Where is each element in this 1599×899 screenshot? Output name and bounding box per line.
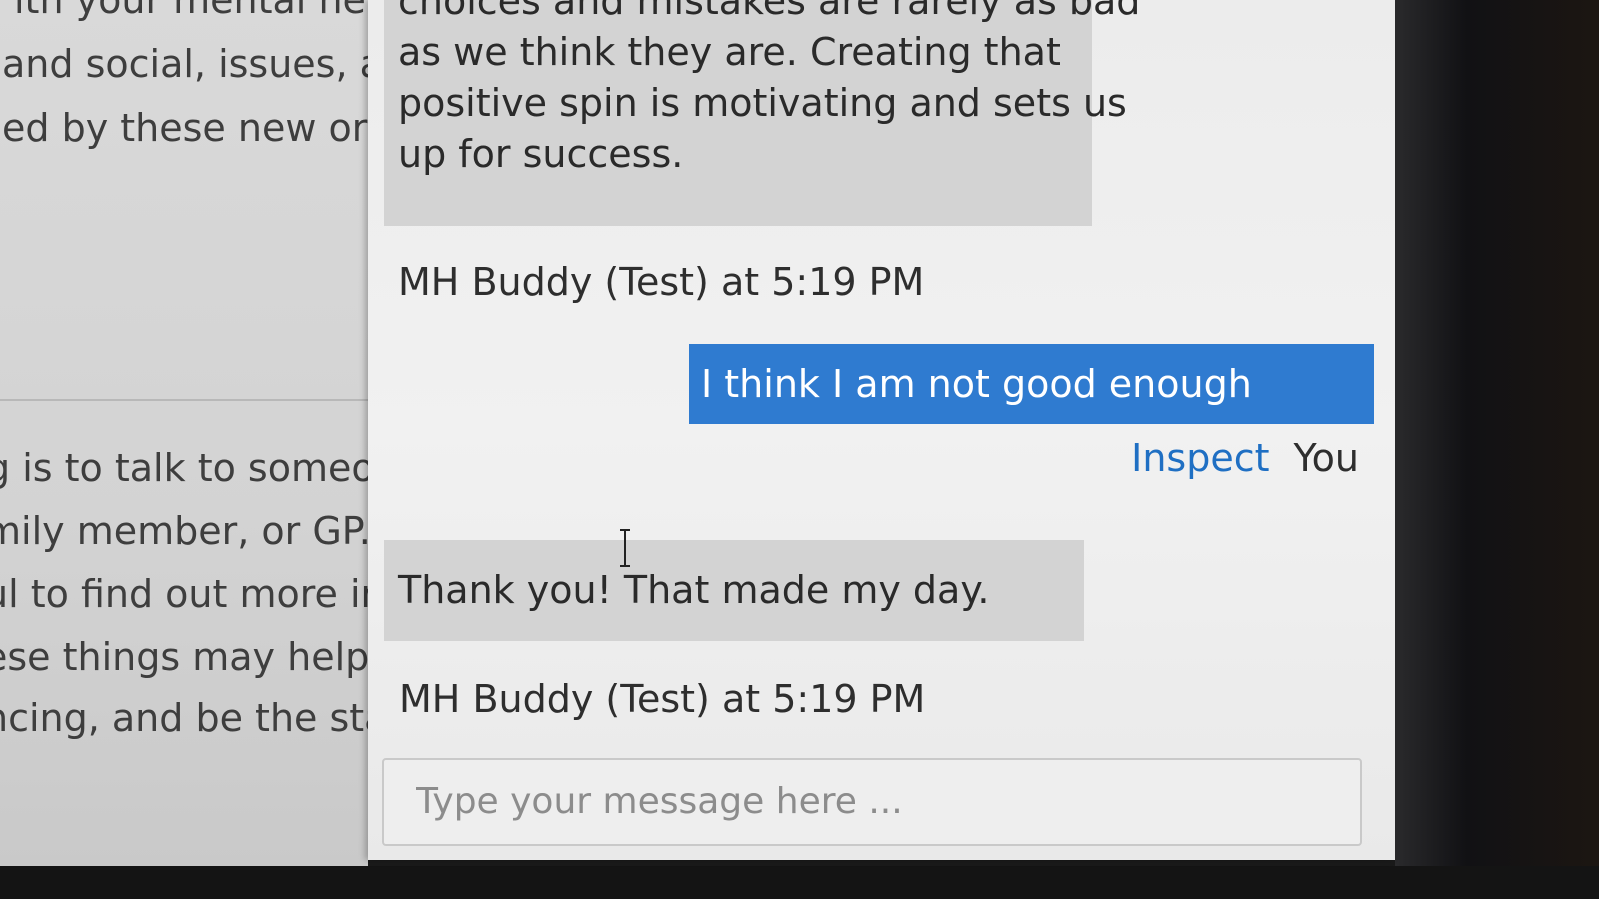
background-text-line: and social, issues, a	[2, 42, 368, 86]
text-cursor-icon	[620, 529, 630, 567]
bot-message-meta: MH Buddy (Test) at 5:19 PM	[399, 677, 926, 721]
message-input[interactable]	[382, 758, 1362, 846]
bot-message-bubble: choices and mistakes are rarely as bad a…	[384, 0, 1141, 226]
bot-message-meta: MH Buddy (Test) at 5:19 PM	[398, 260, 925, 304]
bot-message-line: as we think they are. Creating that	[398, 30, 1061, 74]
background-text-line: ith your mental hea	[14, 0, 368, 22]
background-text-line: ese things may help	[0, 635, 368, 679]
background-divider	[0, 399, 368, 401]
monitor-bezel-right	[1395, 0, 1599, 899]
bot-message-line: Thank you! That made my day.	[398, 568, 990, 612]
bot-message-line: up for success.	[398, 132, 684, 176]
bot-message-line: positive spin is motivating and sets us	[398, 81, 1127, 125]
sender-label: You	[1293, 436, 1360, 480]
chat-window: choices and mistakes are rarely as bad a…	[368, 0, 1395, 860]
background-text-line: mily member, or GP.	[0, 509, 368, 553]
background-text-line: ncing, and be the sta	[0, 696, 368, 740]
monitor-bezel-bottom	[0, 866, 1599, 899]
user-message-bubble: I think I am not good enough	[689, 344, 1374, 424]
bot-message-bubble: Thank you! That made my day.	[384, 540, 1084, 641]
inspect-link[interactable]: Inspect	[1131, 436, 1269, 480]
background-text-line: ed by these new or	[2, 106, 368, 150]
background-page: ith your mental hea and social, issues, …	[0, 0, 368, 866]
user-message-text: I think I am not good enough	[701, 362, 1252, 406]
user-message-meta: Inspect You	[1131, 436, 1359, 480]
bot-message-line: choices and mistakes are rarely as bad	[398, 0, 1141, 23]
background-text-line: g is to talk to someo	[0, 446, 368, 490]
background-text-line: ul to find out more ir	[0, 572, 368, 616]
